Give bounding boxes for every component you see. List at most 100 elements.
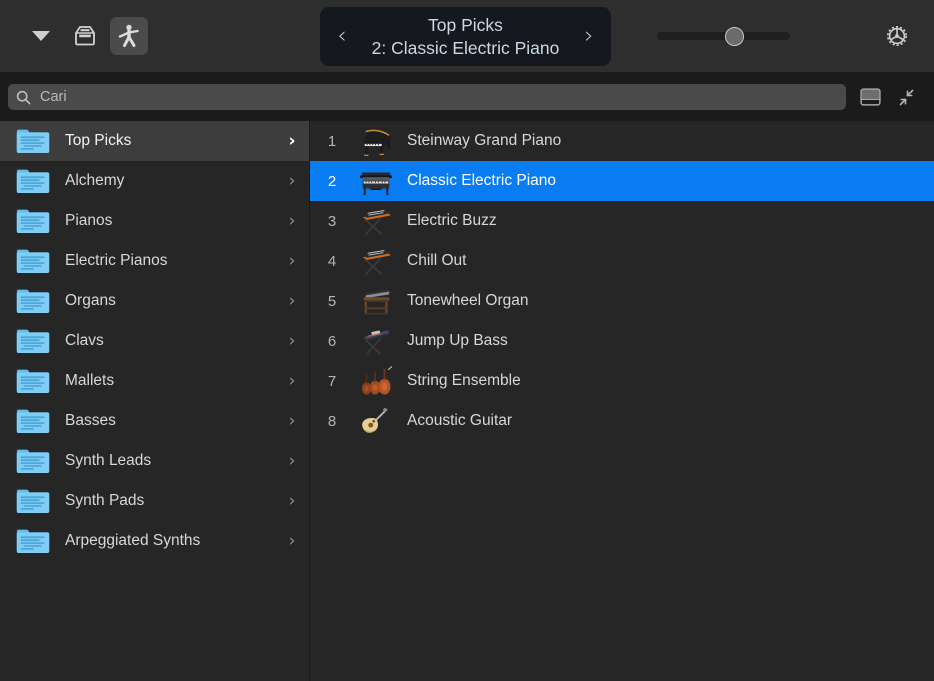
patch-name: Chill Out (398, 252, 466, 270)
chevron-right-icon[interactable]: › (285, 531, 299, 551)
patch-name: Steinway Grand Piano (398, 132, 561, 150)
patch-current-name: 2: Classic Electric Piano (350, 37, 581, 60)
sidebar-item-organs[interactable]: Organs › (0, 281, 309, 321)
sidebar-item-label: Arpeggiated Synths (65, 532, 270, 550)
sidebar-item-top-picks[interactable]: Top Picks › (0, 121, 309, 161)
patch-name: Tonewheel Organ (398, 292, 529, 310)
sidebar-item-label: Alchemy (65, 172, 270, 190)
master-volume-slider[interactable] (657, 28, 790, 44)
synth-stand-icon (354, 322, 398, 360)
chevron-right-icon[interactable]: › (285, 491, 299, 511)
sidebar-item-alchemy[interactable]: Alchemy › (0, 161, 309, 201)
folder-icon (16, 128, 50, 154)
chevron-right-icon[interactable]: › (285, 131, 299, 151)
chevron-right-icon[interactable]: › (285, 331, 299, 351)
chevron-right-icon[interactable]: › (285, 451, 299, 471)
patch-list-row[interactable]: 7 String Ensemble (310, 361, 934, 401)
search-bar: Cari (0, 73, 934, 121)
patch-list-row[interactable]: 8 Acoustic Guitar (310, 401, 934, 441)
sidebar-item-label: Pianos (65, 212, 270, 230)
patch-number: 4 (310, 253, 354, 270)
patch-number: 1 (310, 133, 354, 150)
gear-icon[interactable] (878, 17, 916, 55)
patch-list[interactable]: 1 Steinway Grand Piano 2 Classic Electric P… (310, 121, 934, 681)
toolbar-left-group (0, 17, 148, 55)
sidebar-item-electric-pianos[interactable]: Electric Pianos › (0, 241, 309, 281)
patch-display-text: Top Picks 2: Classic Electric Piano (350, 14, 581, 60)
sidebar-item-clavs[interactable]: Clavs › (0, 321, 309, 361)
panel-layout-icon[interactable] (856, 83, 884, 111)
sidebar-item-label: Organs (65, 292, 270, 310)
sidebar-item-synth-leads[interactable]: Synth Leads › (0, 441, 309, 481)
patch-name: Electric Buzz (398, 212, 497, 230)
patch-list-row[interactable]: 6 Jump Up Bass (310, 321, 934, 361)
folder-icon (16, 448, 50, 474)
keyboard-stand-icon (354, 202, 398, 240)
patch-number: 8 (310, 413, 354, 430)
patch-name: Jump Up Bass (398, 332, 508, 350)
patch-number: 7 (310, 373, 354, 390)
search-input-value: Cari (40, 84, 838, 110)
sidebar-item-pianos[interactable]: Pianos › (0, 201, 309, 241)
patch-list-row[interactable]: 2 Classic Electric Piano (310, 161, 934, 201)
triangle-down-glyph (32, 31, 50, 41)
folder-icon (16, 168, 50, 194)
folder-icon (16, 208, 50, 234)
patch-display[interactable]: ‹ Top Picks 2: Classic Electric Piano › (320, 7, 611, 66)
sidebar-item-label: Mallets (65, 372, 270, 390)
volume-slider-knob[interactable] (725, 27, 744, 46)
folder-icon (16, 248, 50, 274)
sidebar-item-label: Synth Leads (65, 452, 270, 470)
search-icon (16, 90, 31, 105)
patch-number: 5 (310, 293, 354, 310)
upright-piano-icon (354, 162, 398, 200)
collapse-arrows-icon[interactable] (892, 83, 920, 111)
performer-guitarist-icon[interactable] (110, 17, 148, 55)
chevron-right-icon[interactable]: › (285, 251, 299, 271)
inbox-tray-icon[interactable] (66, 17, 104, 55)
chevron-right-icon[interactable]: › (285, 291, 299, 311)
sidebar-item-label: Top Picks (65, 132, 270, 150)
volume-slider-track (657, 32, 790, 40)
acoustic-guitar-icon (354, 402, 398, 440)
content-area: Top Picks›Alchemy›Pianos›Electric Pianos… (0, 121, 934, 681)
previous-patch-button[interactable]: ‹ (334, 25, 350, 48)
chevron-right-icon[interactable]: › (285, 411, 299, 431)
triangle-down-icon[interactable] (22, 17, 60, 55)
chevron-right-icon[interactable]: › (285, 171, 299, 191)
next-patch-button[interactable]: › (581, 25, 597, 48)
patch-list-row[interactable]: 4 Chill Out (310, 241, 934, 281)
patch-number: 6 (310, 333, 354, 350)
patch-list-row[interactable]: 5 Tonewheel Organ (310, 281, 934, 321)
view-controls (856, 83, 924, 111)
sidebar-item-basses[interactable]: Basses › (0, 401, 309, 441)
main-window: ‹ Top Picks 2: Classic Electric Piano › (0, 0, 934, 681)
folder-icon (16, 488, 50, 514)
grand-piano-icon (354, 122, 398, 160)
folder-icon (16, 368, 50, 394)
keyboard-stand-icon (354, 242, 398, 280)
patch-list-row[interactable]: 1 Steinway Grand Piano (310, 121, 934, 161)
search-input[interactable]: Cari (8, 84, 846, 110)
chevron-right-icon[interactable]: › (285, 211, 299, 231)
patch-name: Classic Electric Piano (398, 172, 556, 190)
chevron-right-icon[interactable]: › (285, 371, 299, 391)
sidebar-item-label: Electric Pianos (65, 252, 270, 270)
folder-icon (16, 288, 50, 314)
top-toolbar: ‹ Top Picks 2: Classic Electric Piano › (0, 0, 934, 73)
patch-collection-name: Top Picks (350, 14, 581, 37)
patch-name: Acoustic Guitar (398, 412, 512, 430)
sidebar-item-synth-pads[interactable]: Synth Pads › (0, 481, 309, 521)
patch-number: 2 (310, 173, 354, 190)
patch-name: String Ensemble (398, 372, 521, 390)
sidebar-item-mallets[interactable]: Mallets › (0, 361, 309, 401)
folder-icon (16, 328, 50, 354)
category-sidebar[interactable]: Top Picks›Alchemy›Pianos›Electric Pianos… (0, 121, 310, 681)
sidebar-item-label: Clavs (65, 332, 270, 350)
sidebar-item-label: Basses (65, 412, 270, 430)
patch-list-row[interactable]: 3Electric Buzz (310, 201, 934, 241)
sidebar-item-label: Synth Pads (65, 492, 270, 510)
folder-icon (16, 528, 50, 554)
sidebar-item-arpeggiated-synths[interactable]: Arpeggiated Synths › (0, 521, 309, 561)
folder-icon (16, 408, 50, 434)
